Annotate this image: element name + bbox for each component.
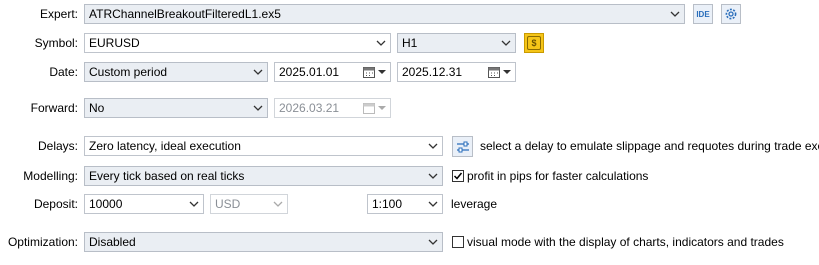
profit-in-pips-label: profit in pips for faster calculations <box>467 169 649 183</box>
date-from-picker[interactable]: 2025.01.01 <box>274 62 391 82</box>
currency-select: USD <box>210 194 288 214</box>
timeframe-value: H1 <box>402 36 418 50</box>
optimization-value: Disabled <box>89 235 136 249</box>
modelling-value: Every tick based on real ticks <box>89 169 245 183</box>
leverage-label: leverage <box>451 197 498 211</box>
calendar-icon <box>363 103 375 114</box>
leverage-value: 1:100 <box>372 197 403 211</box>
calendar-icon <box>363 67 375 78</box>
chevron-down-icon <box>375 36 387 50</box>
dropdown-arrow-icon <box>503 70 511 74</box>
date-label: Date: <box>49 65 78 79</box>
chevron-down-icon <box>427 139 439 153</box>
symbol-label: Symbol: <box>34 36 78 50</box>
visual-mode-label: visual mode with the display of charts, … <box>467 235 784 249</box>
expert-value: ATRChannelBreakoutFilteredL1.ex5 <box>89 7 281 21</box>
symbol-spec-button[interactable]: $ <box>524 33 544 53</box>
symbol-select[interactable]: EURUSD <box>84 33 391 53</box>
forward-label: Forward: <box>30 101 78 115</box>
chevron-down-icon <box>188 197 200 211</box>
dropdown-arrow-icon <box>378 106 386 110</box>
date-to-picker[interactable]: 2025.12.31 <box>397 62 516 82</box>
gear-icon <box>725 8 737 20</box>
checkmark-icon <box>453 172 463 180</box>
ide-label: IDE <box>696 9 710 19</box>
symbol-value: EURUSD <box>89 36 140 50</box>
deposit-label: Deposit: <box>33 197 78 211</box>
deposit-value: 10000 <box>89 197 123 211</box>
forward-value: No <box>89 101 105 115</box>
delays-settings-button[interactable] <box>452 136 473 157</box>
calendar-icon <box>488 67 500 78</box>
date-period-value: Custom period <box>89 65 168 79</box>
date-to-value: 2025.12.31 <box>402 65 463 79</box>
forward-date-value: 2026.03.21 <box>279 101 340 115</box>
modelling-select[interactable]: Every tick based on real ticks <box>84 166 443 186</box>
expert-settings-button[interactable] <box>721 4 741 24</box>
chevron-down-icon <box>252 101 264 115</box>
date-from-value: 2025.01.01 <box>279 65 340 79</box>
leverage-select[interactable]: 1:100 <box>367 194 443 214</box>
chevron-down-icon <box>427 197 439 211</box>
chevron-down-icon <box>252 65 264 79</box>
currency-value: USD <box>215 197 241 211</box>
date-period-select[interactable]: Custom period <box>84 62 268 82</box>
delays-label: Delays: <box>37 139 78 153</box>
sliders-icon <box>456 141 469 152</box>
deposit-select[interactable]: 10000 <box>84 194 204 214</box>
dropdown-arrow-icon <box>378 70 386 74</box>
delays-value: Zero latency, ideal execution <box>89 139 241 153</box>
dollar-icon: $ <box>527 36 541 50</box>
optimization-label: Optimization: <box>7 235 78 249</box>
chevron-down-icon <box>669 7 681 21</box>
expert-label: Expert: <box>39 7 78 21</box>
forward-select[interactable]: No <box>84 98 268 118</box>
forward-date-picker: 2026.03.21 <box>274 98 391 118</box>
chevron-down-icon <box>500 36 512 50</box>
visual-mode-checkbox[interactable] <box>452 236 464 248</box>
modelling-label: Modelling: <box>23 169 78 183</box>
chevron-down-icon <box>427 169 439 183</box>
chevron-down-icon <box>272 197 284 211</box>
chevron-down-icon <box>427 235 439 249</box>
timeframe-select[interactable]: H1 <box>397 33 516 53</box>
ide-button[interactable]: IDE <box>693 4 713 24</box>
profit-in-pips-checkbox[interactable] <box>452 170 464 182</box>
delays-hint: select a delay to emulate slippage and r… <box>480 139 819 153</box>
delays-select[interactable]: Zero latency, ideal execution <box>84 136 443 156</box>
expert-select[interactable]: ATRChannelBreakoutFilteredL1.ex5 <box>84 4 685 24</box>
optimization-select[interactable]: Disabled <box>84 232 443 252</box>
